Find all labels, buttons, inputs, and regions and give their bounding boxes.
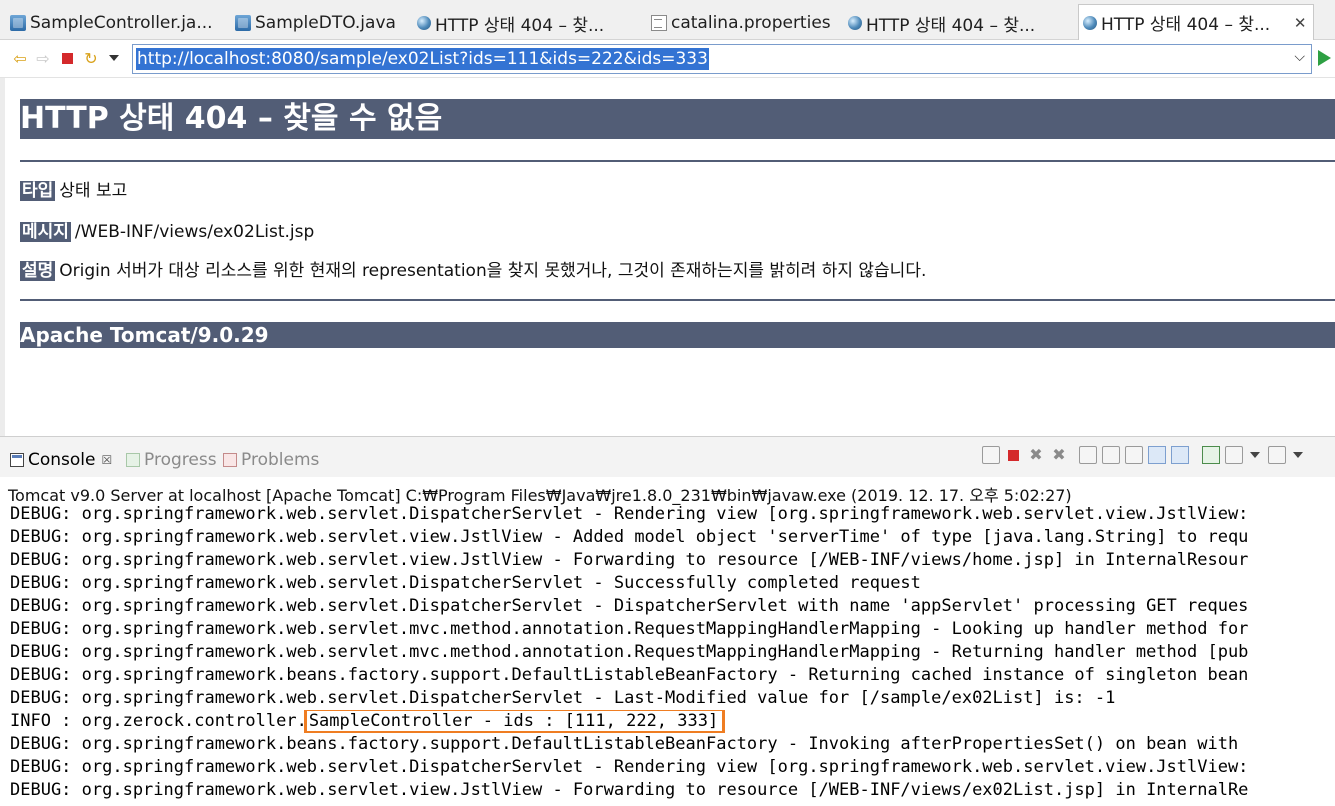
terminate-icon[interactable]	[1008, 449, 1019, 461]
chevron-down-icon[interactable]	[1250, 452, 1260, 458]
tab-label: Problems	[241, 450, 320, 470]
log-line: DEBUG: org.springframework.web.servlet.v…	[10, 780, 1249, 800]
tab-http-404-2[interactable]: HTTP 상태 404 – 찾...	[848, 6, 1063, 40]
display-console-icon[interactable]	[1225, 446, 1243, 464]
chevron-down-icon[interactable]	[1293, 452, 1303, 458]
description-row: 설명 Origin 서버가 대상 리소스를 위한 현재의 representati…	[20, 260, 926, 282]
url-dropdown-icon[interactable]: ⌵	[1294, 49, 1305, 65]
tab-label: HTTP 상태 404 – 찾...	[435, 15, 605, 36]
type-row: 타입 상태 보고	[20, 180, 127, 202]
message-value: /WEB-INF/views/ex02List.jsp	[74, 222, 315, 242]
info-prefix: INFO : org.zerock.controller.	[10, 711, 307, 731]
show-stderr-icon[interactable]	[1171, 446, 1189, 464]
progress-icon	[126, 453, 140, 467]
log-line: DEBUG: org.springframework.web.servlet.D…	[10, 573, 921, 593]
java-file-icon	[10, 15, 26, 31]
word-wrap-icon[interactable]	[1125, 446, 1143, 464]
log-line: DEBUG: org.springframework.web.servlet.D…	[10, 504, 1259, 524]
page-title: HTTP 상태 404 – 찾을 수 없음	[20, 99, 1335, 139]
console-tab-bar: Console ☒ Progress Problems ✖ ✖	[0, 437, 1335, 477]
tab-label: HTTP 상태 404 – 찾...	[1101, 15, 1271, 35]
log-line: DEBUG: org.springframework.beans.factory…	[10, 734, 1249, 754]
back-arrow-icon[interactable]: ⇦	[10, 48, 30, 68]
log-line: DEBUG: org.springframework.beans.factory…	[10, 665, 1249, 685]
url-text[interactable]: http://localhost:8080/sample/ex02List?id…	[136, 48, 709, 70]
globe-icon	[1083, 15, 1097, 30]
console-output[interactable]: DEBUG: org.springframework.web.servlet.D…	[10, 503, 1335, 802]
menu-dropdown-icon[interactable]	[104, 48, 124, 68]
tab-problems[interactable]: Problems	[223, 450, 319, 470]
url-bar[interactable]: http://localhost:8080/sample/ex02List?id…	[132, 44, 1312, 74]
tab-label: Console	[28, 450, 96, 470]
tab-console[interactable]: Console ☒	[10, 450, 112, 470]
close-icon[interactable]: ☒	[102, 453, 113, 467]
tab-label: SampleController.ja...	[30, 13, 213, 33]
tab-catalina-properties[interactable]: catalina.properties	[651, 6, 831, 40]
stop-icon[interactable]	[57, 48, 77, 68]
log-line: DEBUG: org.springframework.web.servlet.v…	[10, 527, 1249, 547]
show-stdout-icon[interactable]	[1148, 446, 1166, 464]
server-footer: Apache Tomcat/9.0.29	[20, 322, 1335, 348]
log-line: DEBUG: org.springframework.web.servlet.m…	[10, 619, 1249, 639]
problems-icon	[223, 453, 237, 467]
console-icon	[10, 453, 24, 467]
globe-icon	[417, 16, 431, 30]
description-value: Origin 서버가 대상 리소스를 위한 현재의 representation…	[59, 261, 927, 281]
browser-toolbar: ⇦ ⇨ ↻ http://localhost:8080/sample/ex02L…	[0, 40, 1335, 78]
console-view: Console ☒ Progress Problems ✖ ✖ Tomcat v…	[0, 436, 1335, 806]
log-line: DEBUG: org.springframework.web.servlet.D…	[10, 688, 1116, 708]
forward-arrow-icon[interactable]: ⇨	[33, 48, 53, 68]
tab-progress[interactable]: Progress	[126, 450, 217, 470]
tab-label: Progress	[144, 450, 217, 470]
editor-tab-bar: SampleController.ja... SampleDTO.java HT…	[0, 0, 1335, 40]
remove-launch-icon[interactable]: ✖	[1027, 446, 1045, 464]
type-label: 타입	[20, 181, 56, 201]
divider	[20, 299, 1335, 301]
description-label: 설명	[20, 261, 56, 281]
browser-page: HTTP 상태 404 – 찾을 수 없음 타입 상태 보고 메시지/WEB-IN…	[0, 78, 1335, 436]
console-toolbar: ✖ ✖	[982, 446, 1311, 464]
message-row: 메시지/WEB-INF/views/ex02List.jsp	[20, 221, 314, 243]
properties-file-icon	[651, 15, 667, 31]
log-line: DEBUG: org.springframework.web.servlet.D…	[10, 596, 1249, 616]
disconnect-icon[interactable]	[982, 446, 1000, 464]
tab-label: SampleDTO.java	[255, 13, 396, 33]
refresh-icon[interactable]: ↻	[81, 48, 101, 68]
highlighted-log-text: SampleController - ids : [111, 222, 333]	[303, 710, 726, 733]
new-console-icon[interactable]	[1268, 446, 1286, 464]
close-icon[interactable]: ✕	[1292, 14, 1308, 32]
tab-http-404-1[interactable]: HTTP 상태 404 – 찾...	[417, 6, 632, 40]
log-line: DEBUG: org.springframework.web.servlet.D…	[10, 757, 1259, 777]
pin-console-icon[interactable]	[1202, 446, 1220, 464]
java-file-icon	[235, 15, 251, 31]
tab-label: catalina.properties	[671, 13, 831, 33]
log-line: DEBUG: org.springframework.web.servlet.v…	[10, 550, 1249, 570]
scroll-lock-icon[interactable]	[1102, 446, 1120, 464]
tab-label: HTTP 상태 404 – 찾...	[866, 15, 1036, 36]
tab-sample-dto[interactable]: SampleDTO.java	[235, 6, 410, 40]
tab-http-404-active[interactable]: HTTP 상태 404 – 찾... ✕	[1078, 4, 1314, 40]
message-label: 메시지	[20, 222, 71, 242]
tab-sample-controller[interactable]: SampleController.ja...	[10, 6, 220, 40]
go-icon[interactable]	[1318, 50, 1331, 66]
globe-icon	[848, 16, 862, 30]
divider	[20, 160, 1335, 162]
log-line-info: INFO : org.zerock.controller. SampleContr…	[10, 710, 1335, 733]
remove-all-launches-icon[interactable]: ✖	[1050, 446, 1068, 464]
log-line: DEBUG: org.springframework.web.servlet.m…	[10, 642, 1249, 662]
clear-console-icon[interactable]	[1079, 446, 1097, 464]
type-value: 상태 보고	[59, 181, 128, 201]
